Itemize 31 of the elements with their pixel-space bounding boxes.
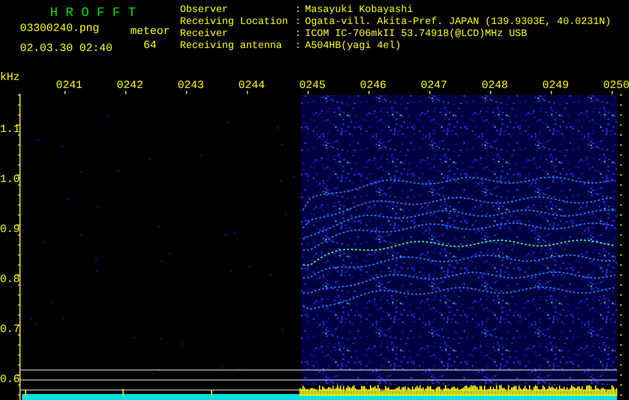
time-label: 0242 <box>116 80 144 92</box>
axis-unit: kHz <box>0 72 20 84</box>
info-value: Ogata-vill. Akita-Pref. JAPAN (139.9303E, 40.0231N) <box>305 17 612 28</box>
time-label: 0246 <box>360 80 386 92</box>
time-label: 0247 <box>420 80 448 92</box>
meteor-label: meteor <box>130 26 170 38</box>
info-separator: : <box>295 41 302 53</box>
info-value: A504HB(yagi 4el) <box>305 41 402 53</box>
frequency-label: 0.9 <box>0 224 20 236</box>
time-label: 0248 <box>482 80 508 92</box>
time-label: 0244 <box>238 80 265 92</box>
time-label: 0243 <box>178 80 204 92</box>
info-label: Receiver <box>180 29 230 40</box>
time-label: 0245 <box>299 80 326 92</box>
info-value: ICOM IC-706mkII 53.74918(@LCD)MHz USB <box>305 29 528 40</box>
info-label: Observer <box>180 5 230 16</box>
frequency-label: 0.8 <box>0 274 20 286</box>
meteor-count: 64 <box>143 40 157 52</box>
frequency-label: 1.1 <box>0 124 20 136</box>
app-title: H R O F F T <box>50 5 136 21</box>
info-value: Masayuki Kobayashi <box>305 5 414 16</box>
info-separator: : <box>295 5 302 17</box>
timestamp: 02.03.30 02:40 <box>20 43 114 55</box>
time-label: 0250 <box>603 80 629 92</box>
time-label: 0241 <box>56 80 82 92</box>
time-label: 0249 <box>542 80 569 92</box>
file-name: 03300240.png <box>20 23 100 35</box>
info-label: Receiving Location <box>180 17 290 28</box>
info-separator: : <box>295 17 302 29</box>
info-separator: : <box>295 29 302 41</box>
info-label: Receiving antenna <box>180 41 284 53</box>
